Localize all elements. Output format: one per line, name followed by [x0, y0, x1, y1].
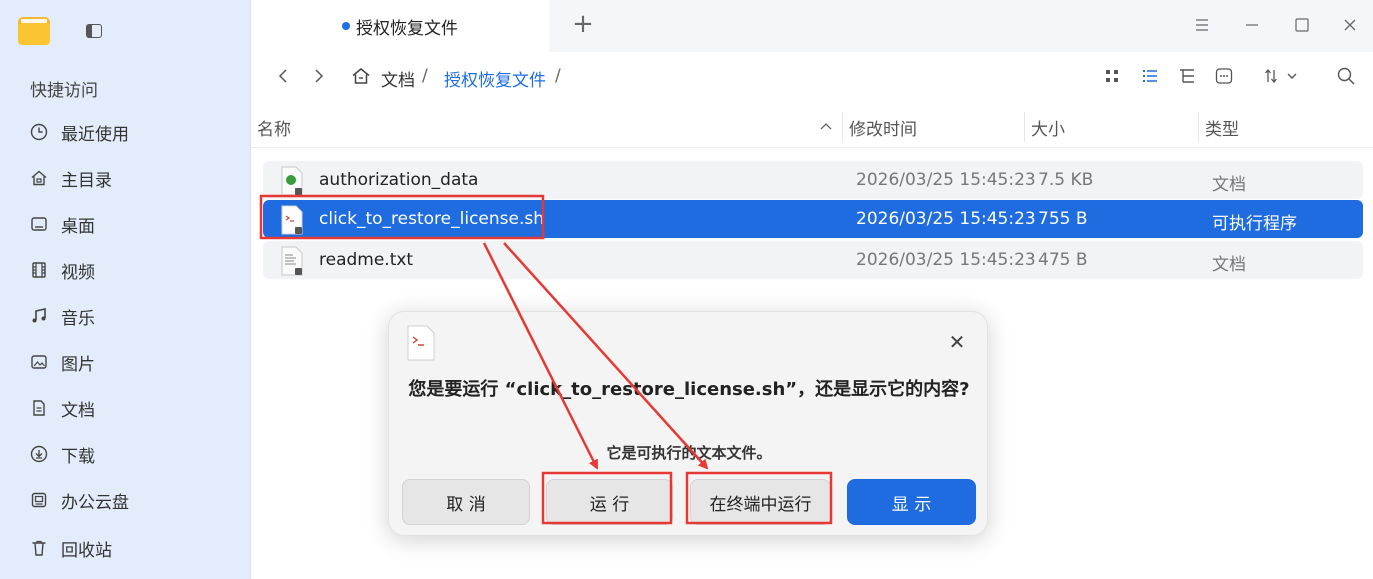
sidebar: 快捷访问 最近使用 主目录 桌面 视频 音乐 图片 文档 下载 办公云盘 回收站 [0, 0, 251, 579]
file-manager-app-icon [18, 17, 50, 45]
trash-icon [30, 539, 48, 557]
search-icon[interactable] [1336, 66, 1356, 86]
file-size: 755 B [1038, 209, 1088, 229]
cancel-button[interactable]: 取 消 [402, 479, 530, 525]
breadcrumb-separator: / [555, 66, 561, 86]
sidebar-item-home[interactable]: 主目录 [0, 158, 250, 198]
column-divider[interactable] [842, 112, 843, 142]
file-size: 475 B [1038, 250, 1088, 270]
video-icon [30, 261, 48, 279]
sidebar-item-label: 视频 [61, 262, 95, 283]
column-modified-header[interactable]: 修改时间 [849, 115, 917, 140]
file-name: readme.txt [319, 250, 414, 270]
file-modified: 2026/03/25 15:45:23 [856, 209, 1036, 229]
file-name: click_to_restore_license.sh [319, 209, 545, 229]
run-or-display-dialog: ✕ 您是要运行 “click_to_restore_license.sh”，还是… [388, 311, 988, 536]
list-view-icon[interactable] [1140, 66, 1160, 86]
file-modified: 2026/03/25 15:45:23 [856, 170, 1036, 190]
sort-icon[interactable] [1264, 66, 1304, 86]
sidebar-item-video[interactable]: 视频 [0, 250, 250, 290]
clock-icon [30, 123, 48, 141]
sidebar-item-recent[interactable]: 最近使用 [0, 112, 250, 152]
desktop-icon [30, 215, 48, 233]
file-name: authorization_data [319, 170, 479, 190]
file-type: 文档 [1212, 255, 1246, 275]
download-icon [30, 445, 48, 463]
home-icon [30, 169, 48, 187]
sidebar-item-label: 最近使用 [61, 124, 129, 145]
breadcrumb-documents[interactable]: 文档 [381, 66, 415, 91]
file-row[interactable]: readme.txt 2026/03/25 15:45:23 475 B 文档 [263, 241, 1363, 279]
music-icon [30, 307, 48, 325]
icon-view-icon[interactable] [1102, 66, 1122, 86]
file-row-selected[interactable]: click_to_restore_license.sh 2026/03/25 1… [263, 200, 1363, 238]
tab-authorization-restore[interactable]: 授权恢复文件 [251, 0, 549, 52]
column-size-header[interactable]: 大小 [1031, 115, 1065, 140]
picture-icon [30, 353, 48, 371]
forward-icon[interactable] [311, 66, 327, 86]
file-type: 文档 [1212, 175, 1246, 195]
dialog-title: 您是要运行 “click_to_restore_license.sh”，还是显示… [408, 379, 970, 400]
tree-view-icon[interactable] [1177, 66, 1197, 86]
tab-active-dot [342, 22, 350, 30]
column-type-header[interactable]: 类型 [1205, 115, 1239, 140]
column-divider[interactable] [1198, 112, 1199, 142]
sidebar-item-label: 主目录 [61, 170, 112, 191]
sidebar-item-label: 下载 [61, 446, 95, 467]
sidebar-item-cloud-disk[interactable]: 办公云盘 [0, 480, 250, 520]
text-file-icon [281, 246, 303, 276]
home-icon[interactable] [351, 66, 371, 86]
more-options-icon[interactable] [1214, 66, 1234, 86]
sidebar-item-label: 文档 [61, 400, 95, 421]
quick-access-heading: 快捷访问 [30, 81, 98, 101]
sidebar-item-pictures[interactable]: 图片 [0, 342, 250, 382]
menu-icon[interactable] [1191, 14, 1213, 36]
tab-bar: 授权恢复文件 + [251, 0, 1373, 52]
run-in-terminal-button[interactable]: 在终端中运行 [690, 479, 831, 525]
data-file-icon [281, 166, 303, 196]
column-header: 名称 修改时间 大小 类型 [251, 104, 1373, 148]
sidebar-item-trash[interactable]: 回收站 [0, 528, 250, 568]
file-row[interactable]: authorization_data 2026/03/25 15:45:23 7… [263, 161, 1363, 199]
cloud-disk-icon [30, 491, 48, 509]
minimize-icon[interactable] [1241, 14, 1263, 36]
new-tab-button[interactable]: + [571, 11, 595, 37]
dialog-message: 它是可执行的文本文件。 [606, 444, 772, 462]
file-modified: 2026/03/25 15:45:23 [856, 250, 1036, 270]
sidebar-item-label: 音乐 [61, 308, 95, 329]
file-size: 7.5 KB [1038, 170, 1094, 190]
sidebar-item-downloads[interactable]: 下载 [0, 434, 250, 474]
sidebar-item-label: 回收站 [61, 540, 112, 561]
sort-ascending-icon[interactable] [819, 120, 833, 132]
document-icon [30, 399, 48, 417]
close-icon[interactable]: ✕ [947, 332, 967, 352]
sidebar-item-music[interactable]: 音乐 [0, 296, 250, 336]
close-window-icon[interactable] [1339, 14, 1361, 36]
sidebar-item-documents[interactable]: 文档 [0, 388, 250, 428]
tab-label: 授权恢复文件 [356, 18, 458, 39]
display-button[interactable]: 显 示 [847, 479, 976, 525]
shell-script-icon [407, 325, 435, 361]
maximize-icon[interactable] [1291, 14, 1313, 36]
shell-script-icon [281, 205, 303, 235]
sidebar-item-desktop[interactable]: 桌面 [0, 204, 250, 244]
sidebar-toggle-icon[interactable] [86, 24, 102, 38]
column-divider[interactable] [1024, 112, 1025, 142]
breadcrumb-current-folder[interactable]: 授权恢复文件 [444, 66, 546, 91]
run-button[interactable]: 运 行 [546, 479, 673, 525]
sidebar-item-label: 桌面 [61, 216, 95, 237]
sidebar-item-label: 图片 [61, 354, 95, 375]
address-bar: 文档 / 授权恢复文件 / [251, 52, 1373, 100]
file-type: 可执行程序 [1212, 214, 1297, 234]
breadcrumb-separator: / [422, 66, 428, 86]
back-icon[interactable] [275, 66, 291, 86]
sidebar-item-label: 办公云盘 [61, 492, 129, 513]
column-name-header[interactable]: 名称 [257, 115, 291, 140]
